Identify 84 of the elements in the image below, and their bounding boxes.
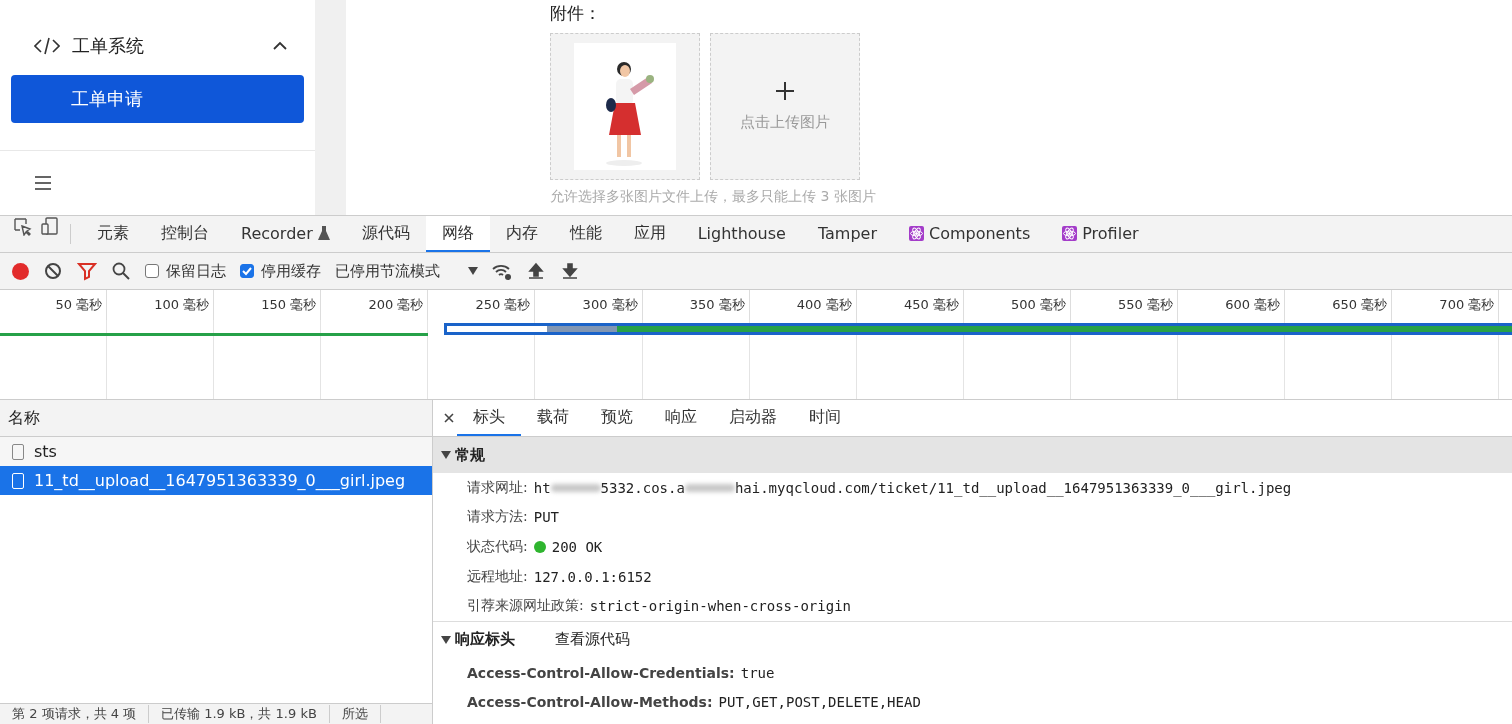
devtools-tab[interactable]: Tamper xyxy=(801,216,893,252)
upload-icon[interactable] xyxy=(526,261,546,281)
clear-icon[interactable] xyxy=(43,261,63,281)
timeline-tick: 350 毫秒 xyxy=(689,296,745,314)
react-icon xyxy=(1062,225,1078,241)
devtools-tab[interactable]: Profiler xyxy=(1046,216,1155,252)
timeline-tick: 600 毫秒 xyxy=(1225,296,1281,314)
timeline-tick: 500 毫秒 xyxy=(1011,296,1066,314)
devtools-tab[interactable]: 网络 xyxy=(425,216,490,252)
attachments-label: 附件： xyxy=(550,2,602,25)
devtools-tab[interactable]: 源代码 xyxy=(345,216,426,252)
devtools-tab[interactable]: Lighthouse xyxy=(681,216,802,252)
file-icon xyxy=(12,443,24,460)
field-label: 状态代码: xyxy=(467,538,528,556)
field-value: 200 OK xyxy=(551,539,603,555)
plus-icon xyxy=(775,81,795,101)
upload-hint: 允许选择多张图片文件上传，最多只能上传 3 张图片 xyxy=(550,188,877,206)
header-name: Access-Control-Allow-Methods: xyxy=(467,694,713,711)
sidebar-item[interactable]: 工单申请 xyxy=(11,75,304,123)
header-name: Access-Control-Allow-Credentials: xyxy=(467,664,735,681)
field-label: 远程地址: xyxy=(467,567,528,586)
timeline-tick: 200 毫秒 xyxy=(368,296,424,314)
detail-tab[interactable]: 响应 xyxy=(649,400,713,436)
devtools-tab[interactable]: 应用 xyxy=(617,216,682,252)
detail-tab[interactable]: 启动器 xyxy=(713,400,793,436)
detail-tab[interactable]: 预览 xyxy=(585,400,649,436)
header-value: PUT,GET,POST,DELETE,HEAD xyxy=(718,694,921,711)
header-value: true xyxy=(740,664,775,681)
checkbox-label: 保留日志 xyxy=(166,261,226,281)
devtools-tab[interactable]: Recorder xyxy=(225,216,346,252)
field-value: strict-origin-when-cross-origin xyxy=(589,598,851,615)
timeline-tick: 700 毫秒 xyxy=(1439,296,1495,314)
search-icon[interactable] xyxy=(111,261,131,281)
group-label: 工单系统 xyxy=(72,34,145,58)
devtools-tab[interactable]: 控制台 xyxy=(145,216,225,252)
field-label: 请求网址: xyxy=(467,478,528,497)
chevron-icon xyxy=(273,41,287,51)
inspect-icon[interactable] xyxy=(12,216,32,236)
request-row[interactable]: sts xyxy=(0,437,432,466)
timeline-tick: 300 毫秒 xyxy=(582,296,638,314)
request-row[interactable]: 11_td__upload__1647951363339_0___girl.jpeg xyxy=(0,466,432,495)
status-text: 第 2 项请求，共 4 项 xyxy=(0,705,150,723)
view-source-link[interactable]: 查看源代码 xyxy=(555,630,630,650)
code-icon xyxy=(34,37,60,55)
image-thumbnail[interactable] xyxy=(550,33,700,180)
section-header[interactable]: 常规 xyxy=(433,437,1512,473)
timeline-tick: 550 毫秒 xyxy=(1118,296,1174,314)
timeline-tick: 100 毫秒 xyxy=(154,296,210,314)
caret-icon xyxy=(468,267,478,275)
devtools-tab[interactable]: 元素 xyxy=(81,216,145,252)
sidebar-group[interactable]: 工单系统 xyxy=(0,21,315,71)
timeline-tick: 250 毫秒 xyxy=(475,296,531,314)
status-text: 所选 xyxy=(329,705,381,723)
devtools-tab[interactable]: 内存 xyxy=(489,216,554,252)
timeline-tick: 650 毫秒 xyxy=(1332,296,1388,314)
device-icon[interactable] xyxy=(40,216,60,236)
expand-triangle-icon xyxy=(441,635,451,644)
filter-icon[interactable] xyxy=(77,261,97,281)
menu-icon[interactable] xyxy=(34,176,52,190)
throttling-select[interactable]: 已停用节流模式 xyxy=(335,261,478,281)
timeline-tick: 150 毫秒 xyxy=(261,296,317,314)
checkbox-label: 停用缓存 xyxy=(261,261,321,281)
timeline-tick: 450 毫秒 xyxy=(903,296,959,314)
detail-tab[interactable]: 载荷 xyxy=(521,400,585,436)
expand-triangle-icon xyxy=(441,451,451,459)
devtools-tab[interactable]: 性能 xyxy=(553,216,618,252)
column-header: 名称 xyxy=(8,407,40,429)
devtools-tab[interactable]: Components xyxy=(893,216,1047,252)
field-value: 127.0.0.1:6152 xyxy=(533,568,652,585)
status-text: 已传输 1.9 kB，共 1.9 kB xyxy=(149,705,330,723)
timeline-tick: 50 毫秒 xyxy=(55,296,103,314)
download-icon[interactable] xyxy=(560,261,580,281)
file-icon xyxy=(12,472,24,489)
react-icon xyxy=(909,225,924,241)
checkbox[interactable] xyxy=(145,264,159,278)
timeline-tick: 400 毫秒 xyxy=(796,296,852,314)
checkbox[interactable] xyxy=(240,264,254,278)
field-label: 请求方法: xyxy=(467,508,528,527)
field-label: 引荐来源网址政策: xyxy=(467,597,584,616)
record-button[interactable] xyxy=(12,262,29,280)
field-value: PUT xyxy=(533,509,559,526)
flask-icon xyxy=(317,226,330,240)
url-value: ht 5332.cos.a hai.myqcloud.com/ticket/11_td__upload__1647951363339_0___girl.jpeg xyxy=(533,479,1292,496)
detail-tab[interactable]: 时间 xyxy=(793,400,857,436)
